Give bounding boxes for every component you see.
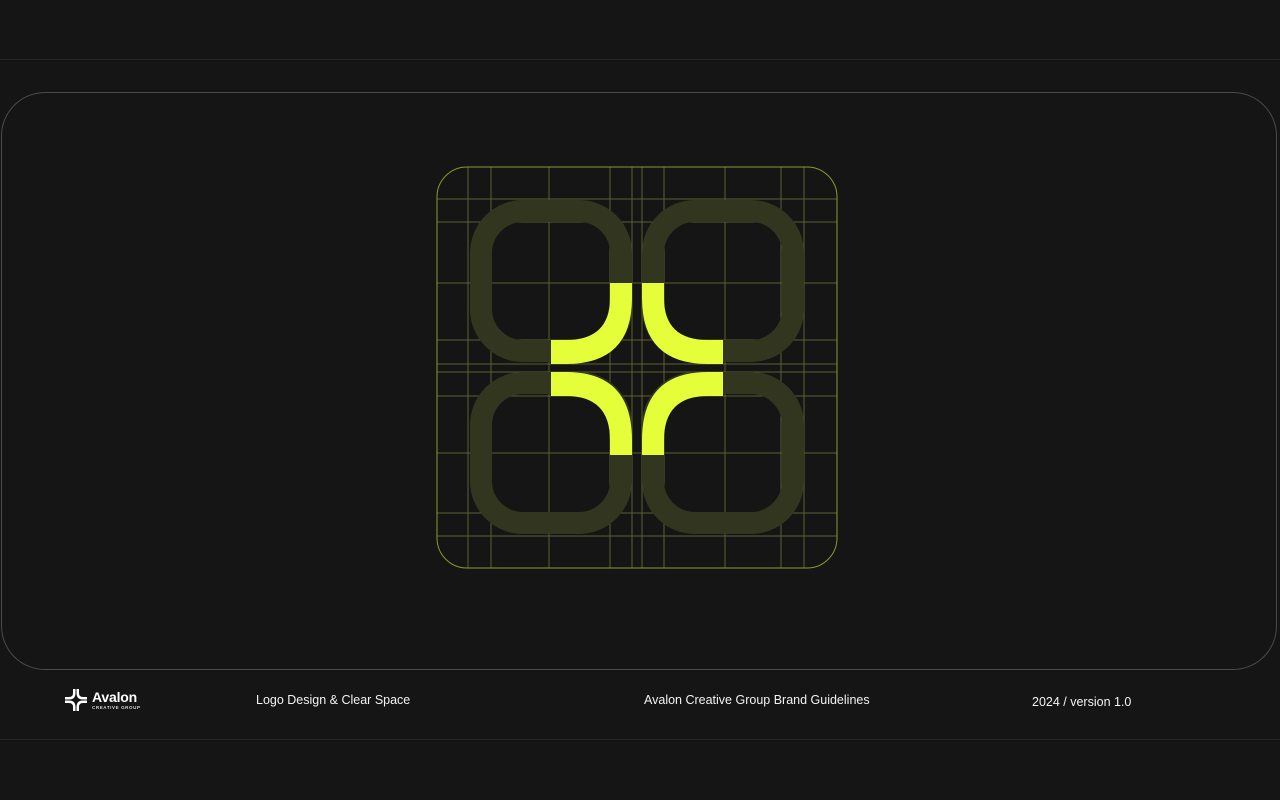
bottom-rule — [0, 739, 1280, 740]
brand-subtitle: CREATIVE GROUP — [92, 704, 141, 710]
version-label: 2024 / version 1.0 — [1032, 695, 1132, 709]
brand-logo: Avalon CREATIVE GROUP — [64, 688, 141, 712]
brand-guidelines-page: Avalon CREATIVE GROUP Logo Design & Clea… — [0, 0, 1280, 800]
avalon-star-logo-icon — [65, 689, 87, 711]
logo-arc-top-right — [642, 283, 723, 364]
footer: Avalon CREATIVE GROUP Logo Design & Clea… — [0, 680, 1280, 728]
construction-circles — [470, 200, 804, 534]
logo-mark — [551, 283, 723, 455]
logo-construction-diagram — [436, 166, 838, 569]
logo-arc-top-left — [551, 283, 632, 364]
logo-arc-bottom-right — [642, 372, 723, 455]
logo-arc-bottom-left — [551, 372, 632, 455]
section-title: Logo Design & Clear Space — [256, 693, 411, 707]
brand-name: Avalon — [92, 688, 137, 705]
document-title: Avalon Creative Group Brand Guidelines — [644, 693, 870, 707]
